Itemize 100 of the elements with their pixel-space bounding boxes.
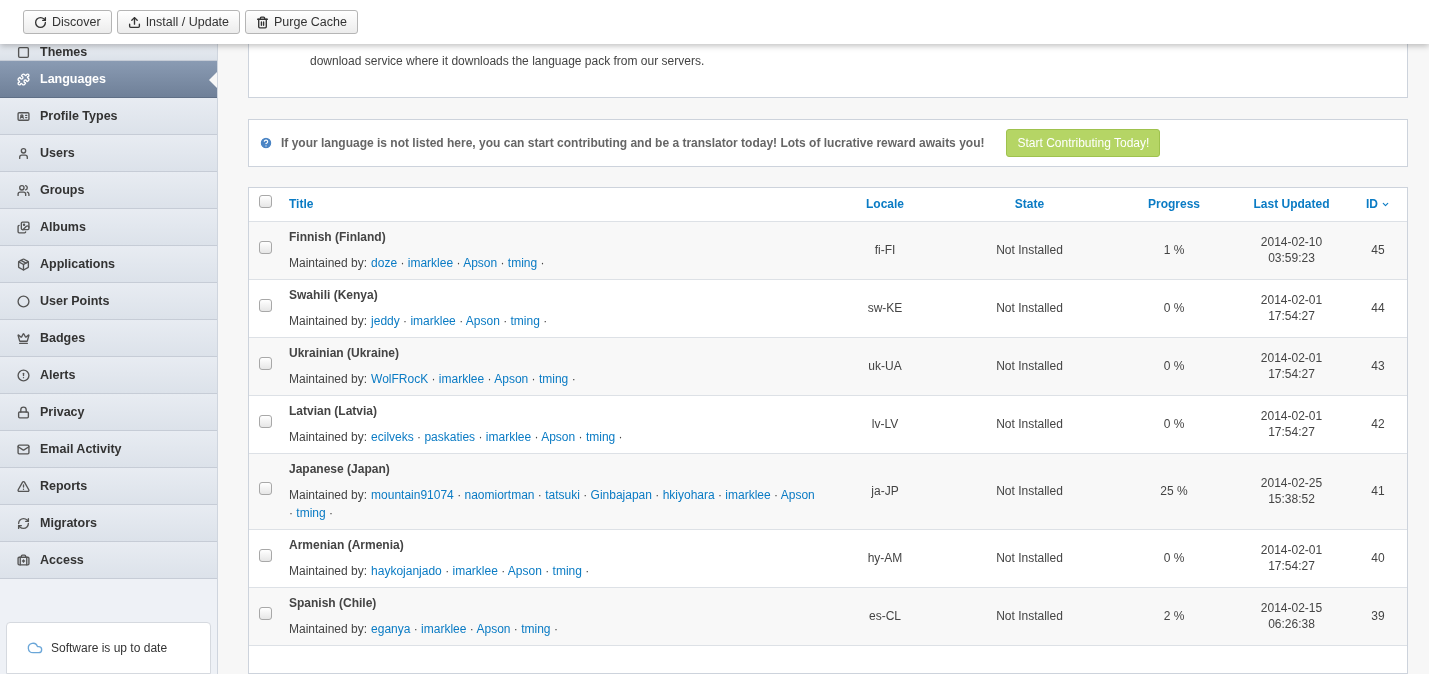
maintained-label: Maintained by: [289, 313, 368, 328]
sidebar-item[interactable]: Groups [0, 172, 217, 209]
checkbox[interactable] [258, 607, 272, 620]
sidebar-item[interactable]: Albums [0, 209, 217, 246]
sidebar-item[interactable]: Email Activity [0, 431, 217, 468]
maintainer-link[interactable]: eganya [371, 621, 411, 636]
column-header[interactable]: Locale [866, 195, 904, 214]
briefcase-icon [17, 553, 30, 567]
maintainer-link[interactable]: jeddy [371, 313, 400, 328]
maintainer-link[interactable]: Apson [476, 621, 511, 636]
sidebar-item[interactable]: Privacy [0, 394, 217, 431]
maintainer-link[interactable]: tming [521, 621, 551, 636]
maintainer-link[interactable]: tming [538, 371, 569, 386]
sidebar-item[interactable]: Migrators [0, 505, 217, 542]
sidebar-item[interactable]: Themes [0, 44, 217, 61]
maintainer-link[interactable]: imarklee [485, 429, 532, 444]
maintainer-link[interactable]: Apson [541, 429, 576, 444]
column-header[interactable]: State [1014, 195, 1045, 214]
id-cell: 39 [1371, 609, 1385, 623]
separator-dot: · [618, 429, 623, 444]
maintainer-link[interactable]: naomiortman [464, 487, 535, 502]
locale-cell: es-CL [869, 609, 901, 623]
maintained-label: Maintained by: [289, 429, 368, 444]
maintainer-link[interactable]: imarklee [438, 371, 485, 386]
language-title: Spanish (Chile) [289, 594, 378, 611]
intro-text: download service where it downloads the language pack from our servers. [310, 53, 706, 70]
maintained-label: Maintained by: [289, 621, 368, 636]
checkbox[interactable] [258, 241, 272, 254]
maintainer-link[interactable]: tming [296, 505, 326, 520]
date-cell-text: 2014-02-15 06:26:38 [1259, 600, 1324, 632]
maintainer-link[interactable]: Apson [507, 563, 542, 578]
sidebar-item[interactable]: Applications [0, 246, 217, 283]
checkbox[interactable] [258, 549, 272, 562]
column-header[interactable]: Progress [1148, 195, 1200, 214]
maintainer-link[interactable]: Apson [465, 313, 500, 328]
progress-cell: 2 % [1163, 609, 1185, 623]
toolbar-button[interactable]: Purge Cache [245, 10, 358, 34]
checkbox[interactable] [258, 415, 272, 428]
sidebar-item[interactable]: Access [0, 542, 217, 579]
date-cell-text: 2014-02-01 17:54:27 [1259, 542, 1324, 574]
maintainer-link[interactable]: haykojanjado [371, 563, 442, 578]
maintainer-link[interactable]: tming [585, 429, 616, 444]
maintainer-link[interactable]: hkiyohara [662, 487, 715, 502]
language-title: Ukrainian (Ukraine) [289, 344, 401, 361]
maintainer-link[interactable]: tming [552, 563, 582, 578]
sidebar-item[interactable]: Users [0, 135, 217, 172]
state-cell: Not Installed [996, 243, 1063, 257]
separator-dot: · [487, 371, 492, 386]
sidebar-item[interactable]: Profile Types [0, 98, 217, 135]
maintainer-link[interactable]: imarklee [410, 313, 456, 328]
square-icon [17, 45, 30, 59]
sidebar-item[interactable]: User Points [0, 283, 217, 320]
maintainer-link[interactable]: doze [371, 255, 398, 270]
maintainer-link[interactable]: tatsuki [545, 487, 580, 502]
checkbox[interactable] [258, 299, 272, 312]
column-header[interactable]: Last Updated [1253, 195, 1330, 214]
maintainer-link[interactable]: tming [507, 255, 538, 270]
id-cell: 43 [1371, 359, 1385, 373]
maintainer-link[interactable]: Ginbajapan [590, 487, 652, 502]
checkbox[interactable] [258, 357, 272, 370]
maintainer-link[interactable]: mountain91074 [371, 487, 454, 502]
separator-dot: · [469, 621, 474, 636]
maintainer-link[interactable]: imarklee [725, 487, 771, 502]
maintainer-link[interactable]: paskaties [424, 429, 476, 444]
separator-dot: · [571, 371, 576, 386]
crown-icon [17, 331, 30, 345]
column-header[interactable]: Title [289, 195, 314, 214]
maintainer-link[interactable]: ecilveks [371, 429, 414, 444]
maintained-label: Maintained by: [289, 371, 368, 386]
maintainer-link[interactable]: Apson [463, 255, 498, 270]
users-icon [17, 183, 30, 197]
date-cell-text: 2014-02-10 03:59:23 [1259, 234, 1324, 266]
sidebar-item[interactable]: Reports [0, 468, 217, 505]
progress-cell: 0 % [1163, 301, 1185, 315]
checkbox[interactable] [258, 195, 272, 209]
separator-dot: · [585, 563, 590, 578]
maintainer-link[interactable]: Apson [780, 487, 815, 502]
checkbox[interactable] [258, 482, 272, 495]
column-header[interactable]: ID [1366, 195, 1390, 214]
separator-dot: · [431, 371, 436, 386]
maintainer-link[interactable]: WolFRocK [371, 371, 429, 386]
language-title: Swahili (Kenya) [289, 286, 379, 303]
maintainer-link[interactable]: imarklee [452, 563, 498, 578]
maintainer-link[interactable]: imarklee [421, 621, 467, 636]
state-cell: Not Installed [996, 417, 1063, 431]
toolbar-button[interactable]: Install / Update [116, 10, 240, 34]
separator-dot: · [540, 255, 545, 270]
id-cell: 41 [1371, 484, 1385, 498]
maintainer-link[interactable]: imarklee [407, 255, 454, 270]
separator-dot: · [478, 429, 483, 444]
separator-dot: · [553, 621, 558, 636]
maintained-label: Maintained by: [289, 255, 368, 270]
sidebar-item[interactable]: Alerts [0, 357, 217, 394]
maintainer-link[interactable]: Apson [494, 371, 529, 386]
sidebar-item[interactable]: Languages [0, 61, 217, 98]
separator-dot: · [501, 563, 506, 578]
help-icon [259, 136, 273, 150]
maintainer-link[interactable]: tming [510, 313, 540, 328]
sidebar-item[interactable]: Badges [0, 320, 217, 357]
toolbar-button[interactable]: Discover [23, 10, 112, 34]
